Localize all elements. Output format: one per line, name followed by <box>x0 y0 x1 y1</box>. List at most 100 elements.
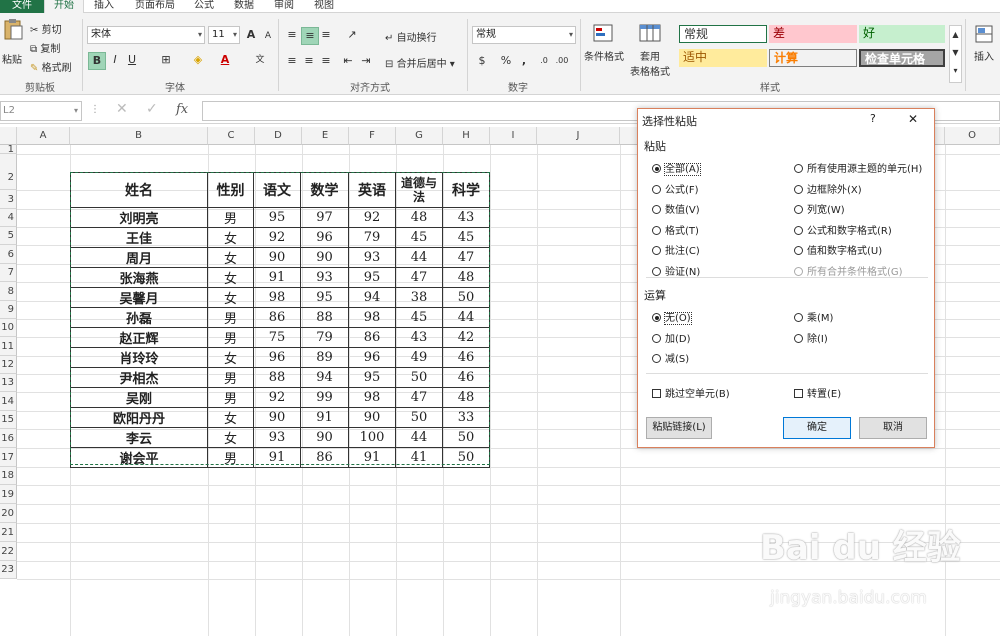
score-cell[interactable]: 47 <box>395 387 443 408</box>
column-header[interactable]: A <box>17 127 70 145</box>
grow-font-button[interactable]: A <box>243 27 259 43</box>
score-cell[interactable]: 38 <box>395 287 443 308</box>
row-header[interactable]: 10 <box>0 319 17 337</box>
column-header[interactable]: D <box>255 127 302 145</box>
tab-home[interactable]: 开始 <box>44 0 84 14</box>
row-header[interactable]: 15 <box>0 411 17 429</box>
score-cell[interactable]: 33 <box>442 407 490 428</box>
score-cell[interactable]: 91 <box>253 447 301 468</box>
header-chinese[interactable]: 语文 <box>253 172 301 208</box>
column-header[interactable]: I <box>490 127 537 145</box>
score-cell[interactable]: 86 <box>348 327 396 348</box>
orientation-icon[interactable]: ↗ <box>344 27 360 43</box>
percent-button[interactable]: % <box>498 53 514 69</box>
radio-option[interactable]: 值和数字格式(U) <box>794 242 882 257</box>
radio-option[interactable]: 公式和数字格式(R) <box>794 222 892 237</box>
style-calculation[interactable]: 计算 <box>769 49 857 67</box>
insert-cells-button[interactable]: 插入 <box>970 23 998 63</box>
student-name-cell[interactable]: 孙磊 <box>70 307 208 328</box>
score-cell[interactable]: 88 <box>253 367 301 388</box>
score-cell[interactable]: 44 <box>442 307 490 328</box>
score-cell[interactable]: 93 <box>348 247 396 268</box>
decrease-indent-icon[interactable]: ⇤ <box>340 53 356 69</box>
column-header[interactable]: H <box>443 127 490 145</box>
score-cell[interactable]: 79 <box>300 327 349 348</box>
header-math[interactable]: 数学 <box>300 172 349 208</box>
student-name-cell[interactable]: 王佳 <box>70 227 208 248</box>
score-cell[interactable]: 91 <box>300 407 349 428</box>
row-header[interactable]: 19 <box>0 485 17 504</box>
cut-button[interactable]: ✂ 剪切 <box>30 21 62 36</box>
row-header[interactable]: 22 <box>0 542 17 561</box>
score-cell[interactable]: 96 <box>253 347 301 368</box>
number-format-select[interactable]: 常规 ▾ <box>472 26 576 44</box>
score-cell[interactable]: 95 <box>348 367 396 388</box>
row-header[interactable]: 14 <box>0 392 17 411</box>
student-name-cell[interactable]: 尹相杰 <box>70 367 208 388</box>
styles-gallery-scroll[interactable]: ▲ ▼ ▾ <box>949 25 962 83</box>
student-name-cell[interactable]: 刘明亮 <box>70 207 208 228</box>
radio-option[interactable]: 除(I) <box>794 330 828 345</box>
row-header[interactable]: 7 <box>0 264 17 282</box>
radio-option[interactable]: 批注(C) <box>652 242 700 257</box>
font-color-icon[interactable]: A <box>217 52 233 68</box>
score-cell[interactable]: 47 <box>442 247 490 268</box>
check-icon[interactable]: ✓ <box>146 101 158 117</box>
score-cell[interactable]: 88 <box>300 307 349 328</box>
score-cell[interactable]: 93 <box>253 427 301 448</box>
paste-button[interactable] <box>2 17 26 51</box>
score-cell[interactable]: 86 <box>253 307 301 328</box>
column-header[interactable]: B <box>70 127 208 145</box>
column-header[interactable]: O <box>945 127 1000 145</box>
row-header[interactable]: 13 <box>0 374 17 392</box>
comma-button[interactable]: , <box>516 53 532 69</box>
score-cell[interactable]: 50 <box>442 447 490 468</box>
radio-option[interactable]: 边框除外(X) <box>794 181 862 196</box>
align-bottom-icon[interactable]: ≡ <box>318 27 334 43</box>
row-header[interactable]: 12 <box>0 356 17 374</box>
gender-cell[interactable]: 女 <box>207 267 254 288</box>
row-header[interactable]: 11 <box>0 337 17 356</box>
radio-option[interactable]: 所有使用源主题的单元(H) <box>794 160 922 175</box>
student-name-cell[interactable]: 欧阳丹丹 <box>70 407 208 428</box>
score-cell[interactable]: 98 <box>348 387 396 408</box>
header-english[interactable]: 英语 <box>348 172 396 208</box>
header-gender[interactable]: 性别 <box>207 172 254 208</box>
style-neutral[interactable]: 适中 <box>679 49 767 67</box>
tab-data[interactable]: 数据 <box>230 0 258 13</box>
score-cell[interactable]: 98 <box>253 287 301 308</box>
student-name-cell[interactable]: 谢会平 <box>70 447 208 468</box>
score-cell[interactable]: 50 <box>395 367 443 388</box>
radio-option[interactable]: 验证(N) <box>652 263 700 278</box>
merge-center-button[interactable]: ⊟ 合并后居中 ▾ <box>385 55 455 70</box>
score-cell[interactable]: 48 <box>395 207 443 228</box>
style-check-cell[interactable]: 检查单元格 <box>859 49 945 67</box>
underline-button[interactable]: U <box>124 52 140 68</box>
row-header[interactable]: 21 <box>0 523 17 542</box>
transpose-checkbox[interactable]: 转置(E) <box>794 385 841 400</box>
score-cell[interactable]: 94 <box>300 367 349 388</box>
score-cell[interactable]: 98 <box>348 307 396 328</box>
radio-option[interactable]: 公式(F) <box>652 181 699 196</box>
paste-link-button[interactable]: 粘贴链接(L) <box>646 417 712 439</box>
student-name-cell[interactable]: 赵正辉 <box>70 327 208 348</box>
student-name-cell[interactable]: 周月 <box>70 247 208 268</box>
ok-button[interactable]: 确定 <box>783 417 851 439</box>
increase-decimal-icon[interactable]: .0 <box>536 53 552 69</box>
score-cell[interactable]: 46 <box>442 367 490 388</box>
gender-cell[interactable]: 女 <box>207 247 254 268</box>
header-name[interactable]: 姓名 <box>70 172 208 208</box>
font-size-select[interactable]: 11 ▾ <box>208 26 240 44</box>
score-cell[interactable]: 45 <box>395 227 443 248</box>
gender-cell[interactable]: 女 <box>207 287 254 308</box>
score-cell[interactable]: 44 <box>395 427 443 448</box>
score-cell[interactable]: 90 <box>253 407 301 428</box>
gender-cell[interactable]: 男 <box>207 307 254 328</box>
header-morality-law[interactable]: 道德与法 <box>395 172 443 208</box>
align-top-icon[interactable]: ≡ <box>284 27 300 43</box>
row-header[interactable]: 17 <box>0 448 17 467</box>
row-header[interactable]: 9 <box>0 301 17 319</box>
align-right-icon[interactable]: ≡ <box>318 53 334 69</box>
score-cell[interactable]: 96 <box>300 227 349 248</box>
cancel-icon[interactable]: ✕ <box>116 101 128 117</box>
